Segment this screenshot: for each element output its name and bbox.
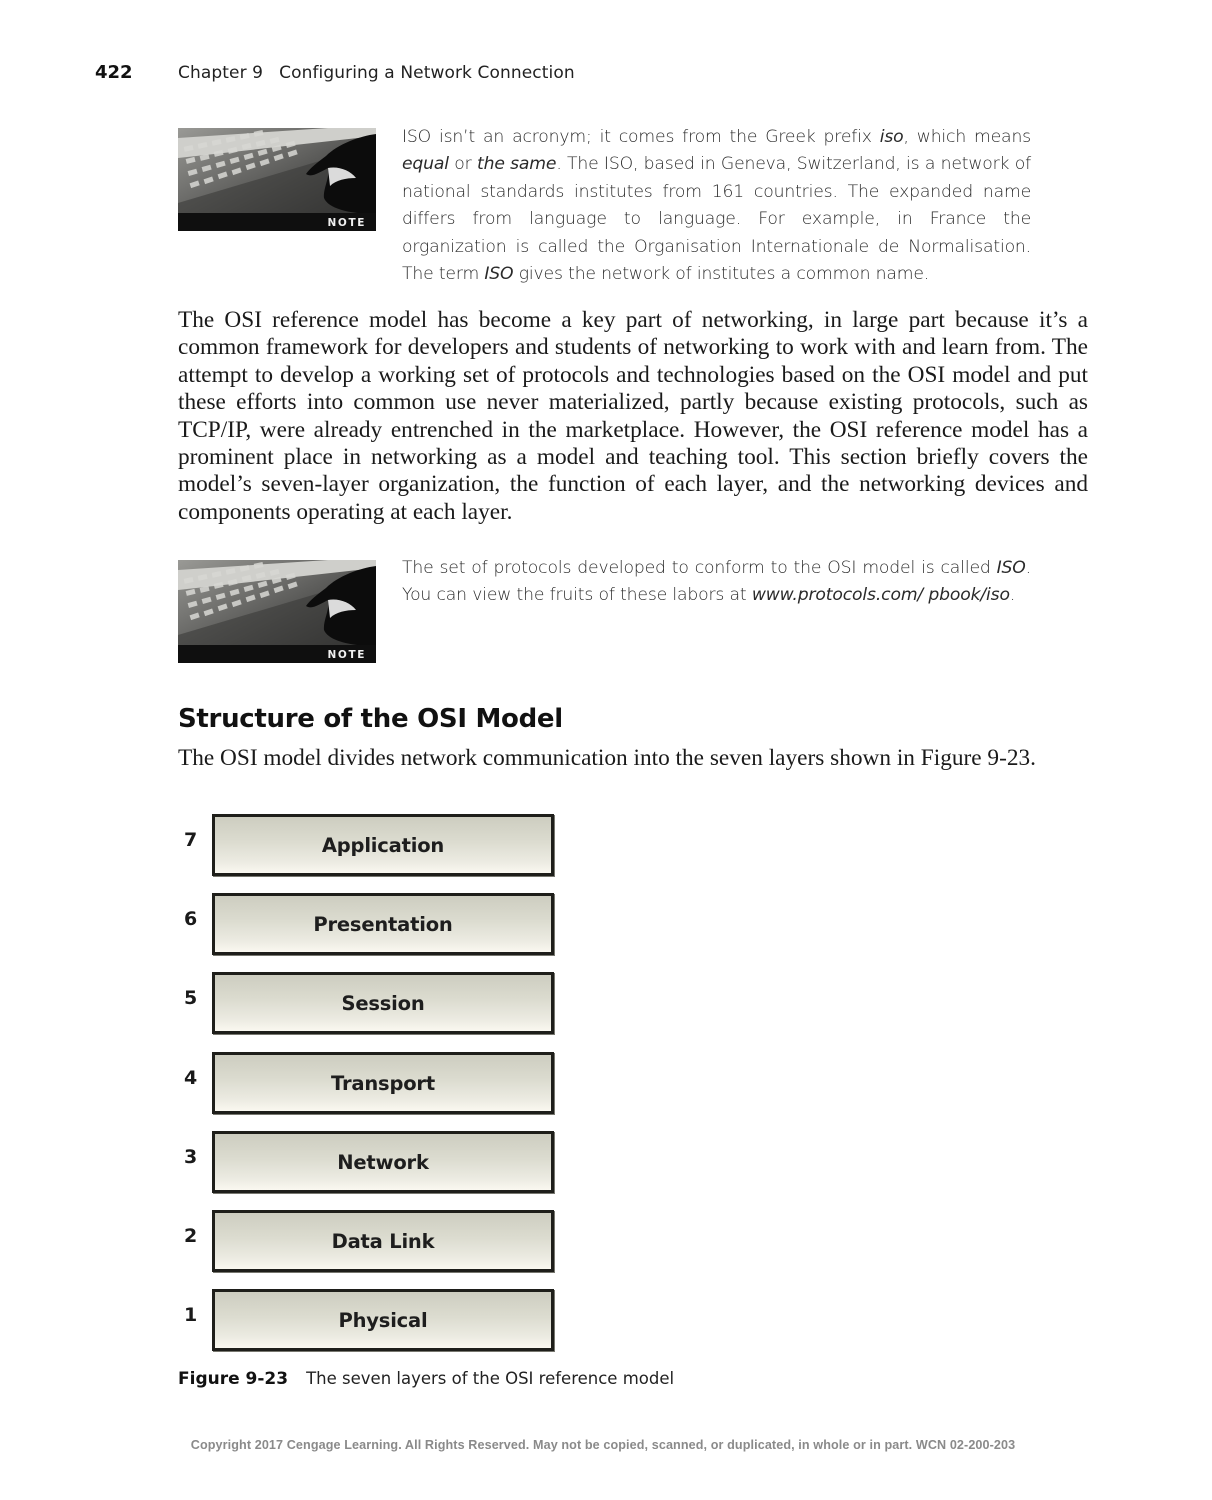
emphasis-text: the same [476,154,557,175]
note-text-segment: or [448,154,477,175]
note-image: NOTE [178,560,376,663]
layer-box: Presentation [212,893,554,955]
layer-number: 1 [184,1304,198,1326]
body-paragraph: The OSI reference model has become a key… [178,307,1088,525]
layer-number: 4 [184,1067,198,1089]
layer-number: 2 [184,1225,198,1247]
section-heading: Structure of the OSI Model [178,704,563,734]
layer-name: Network [337,1150,429,1174]
emphasis-text: ISO [996,558,1026,578]
note-image-label: NOTE [328,217,366,229]
note-image-label: NOTE [328,649,366,661]
layer-number: 5 [184,987,198,1009]
emphasis-text: ISO [484,264,514,285]
layer-name: Transport [331,1071,435,1095]
copyright-text: Copyright 2017 Cengage Learning. All Rig… [190,1438,1016,1452]
figure-caption-text: The seven layers of the OSI reference mo… [306,1369,675,1388]
note-keyboard-hand-icon: NOTE [178,128,376,231]
layer-number: 7 [184,829,198,851]
layer-box: Data Link [212,1210,554,1272]
note-keyboard-hand-icon: NOTE [178,560,376,663]
layer-box: Physical [212,1289,554,1351]
layer-number: 6 [184,908,198,930]
copyright-footer: Copyright 2017 Cengage Learning. All Rig… [0,1438,1212,1452]
layer-number: 3 [184,1146,198,1168]
figure-caption: Figure 9-23 The seven layers of the OSI r… [178,1369,674,1389]
layer-name: Application [321,833,445,857]
osi-layer: 6 Presentation [178,893,558,955]
section-intro: The OSI model divides network communicat… [178,745,1036,771]
layer-name: Physical [338,1308,428,1332]
note-text: ISO isn’t an acronym; it comes from the … [402,124,1031,288]
layer-name: Session [341,991,425,1015]
osi-layer: 7 Application [178,814,558,876]
emphasis-text: www.protocols.com/ pbook/iso [751,585,1010,606]
page-number: 422 [95,62,133,83]
layer-name: Presentation [313,912,453,936]
chapter-title: Configuring a Network Connection [279,63,575,83]
note-text-segment: . [1009,585,1016,606]
osi-layer: 1 Physical [178,1289,558,1351]
note-text-segment: The set of protocols developed to confor… [402,558,997,578]
osi-layer: 2 Data Link [178,1210,558,1272]
note-paragraph: The set of protocols developed to confor… [402,555,1031,610]
emphasis-text: iso [879,127,904,147]
figure-number: Figure 9-23 [178,1369,289,1389]
note-image: NOTE [178,128,376,231]
running-header: Chapter 9 Configuring a Network Connectio… [178,63,575,83]
layer-box: Session [212,972,554,1034]
note-text-segment: , which means [903,127,1032,147]
layer-box: Transport [212,1052,554,1114]
osi-layer: 4 Transport [178,1052,558,1114]
emphasis-text: equal [402,154,449,175]
layer-box: Application [212,814,554,876]
note-paragraph: ISO isn’t an acronym; it comes from the … [402,124,1031,288]
layer-box: Network [212,1131,554,1193]
note-text-segment: gives the network of institutes a common… [513,264,930,285]
chapter-label: Chapter 9 [178,63,264,83]
osi-layer: 5 Session [178,972,558,1034]
note-text-segment: ISO isn’t an acronym; it comes from the … [402,127,880,147]
layer-name: Data Link [331,1229,435,1253]
note-text: The set of protocols developed to confor… [402,555,1031,610]
osi-layer: 3 Network [178,1131,558,1193]
